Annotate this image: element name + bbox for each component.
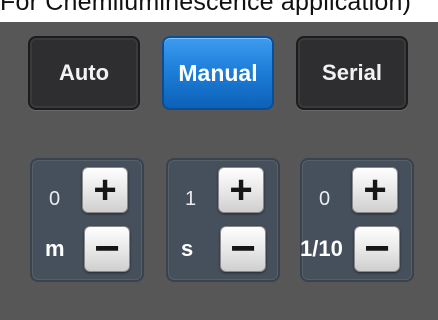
- minutes-increment-button[interactable]: +: [82, 167, 128, 213]
- tenths-label: 1/10: [300, 236, 343, 261]
- minutes-label: m: [45, 236, 65, 261]
- seconds-control: 1 s + −: [166, 158, 280, 282]
- tenths-decrement-button[interactable]: −: [354, 226, 400, 272]
- auto-button[interactable]: Auto: [28, 36, 140, 110]
- exposure-panel: Auto Manual Serial 0 m + − 1 s + − 0 1/1…: [0, 22, 438, 320]
- tenths-value: 0: [319, 188, 331, 210]
- minutes-control: 0 m + −: [30, 158, 144, 282]
- seconds-decrement-button[interactable]: −: [220, 226, 266, 272]
- manual-button[interactable]: Manual: [162, 36, 274, 110]
- tenths-increment-button[interactable]: +: [352, 167, 398, 213]
- seconds-value: 1: [185, 188, 197, 210]
- caption-text: For Chemiluminescence application): [0, 0, 412, 16]
- minutes-value: 0: [49, 188, 61, 210]
- minutes-decrement-button[interactable]: −: [84, 226, 130, 272]
- seconds-increment-button[interactable]: +: [218, 167, 264, 213]
- serial-button[interactable]: Serial: [296, 36, 408, 110]
- seconds-label: s: [181, 236, 194, 261]
- tenths-control: 0 1/10 + −: [300, 158, 414, 282]
- caption-strip: For Chemiluminescence application): [0, 0, 438, 22]
